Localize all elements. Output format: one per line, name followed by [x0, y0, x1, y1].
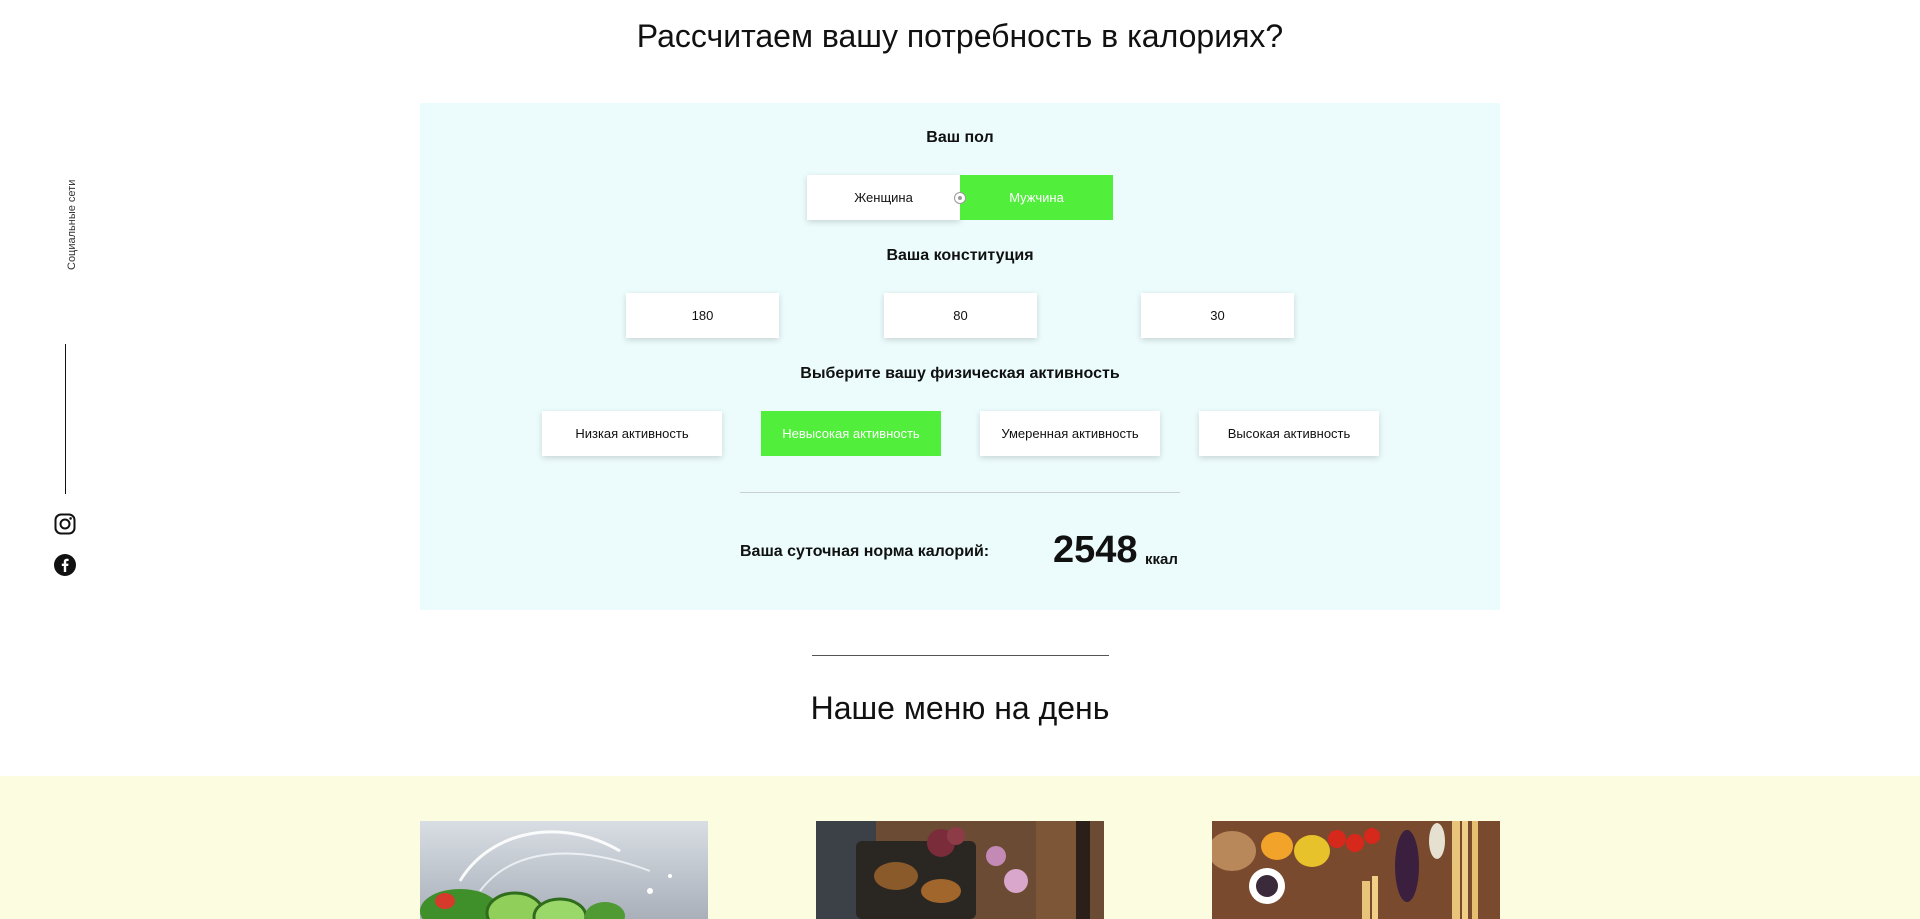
- daily-calories-value: 2548: [1053, 529, 1138, 571]
- menu-title: Наше меню на день: [810, 690, 1110, 726]
- menu-card-salad[interactable]: [420, 821, 708, 919]
- daily-calories-label: Ваша суточная норма калорий:: [740, 543, 990, 560]
- activity-light-button[interactable]: Невысокая активность: [761, 411, 941, 456]
- instagram-icon[interactable]: [53, 512, 77, 536]
- grilled-food-image: [816, 821, 1104, 919]
- gender-female-button[interactable]: Женщина: [807, 175, 960, 220]
- activity-label: Выберите вашу физическая активность: [800, 365, 1120, 382]
- social-label: Социальные сети: [66, 179, 78, 270]
- activity-low-button[interactable]: Низкая активность: [542, 411, 722, 456]
- age-input[interactable]: [1141, 293, 1294, 338]
- section-divider: [812, 655, 1109, 656]
- social-divider: [65, 344, 66, 494]
- menu-section: [0, 776, 1920, 919]
- weight-input[interactable]: [884, 293, 1037, 338]
- gender-label: Ваш пол: [926, 129, 994, 146]
- height-input[interactable]: [626, 293, 779, 338]
- page-title: Рассчитаем вашу потребность в калориях?: [636, 18, 1284, 54]
- vegetables-image: [1212, 821, 1500, 919]
- menu-card-vegetables[interactable]: [1212, 821, 1500, 919]
- activity-moderate-button[interactable]: Умеренная активность: [980, 411, 1160, 456]
- salad-image: [420, 821, 708, 919]
- gender-toggle-knob[interactable]: [954, 192, 966, 204]
- daily-calories-unit: ккал: [1145, 551, 1178, 568]
- activity-high-button[interactable]: Высокая активность: [1199, 411, 1379, 456]
- calorie-calculator-panel: Ваш пол Женщина Мужчина Ваша конституция…: [420, 103, 1500, 610]
- facebook-icon[interactable]: [53, 553, 77, 577]
- constitution-label: Ваша конституция: [886, 247, 1034, 264]
- menu-card-grill[interactable]: [816, 821, 1104, 919]
- panel-divider: [740, 492, 1180, 493]
- gender-male-button[interactable]: Мужчина: [960, 175, 1113, 220]
